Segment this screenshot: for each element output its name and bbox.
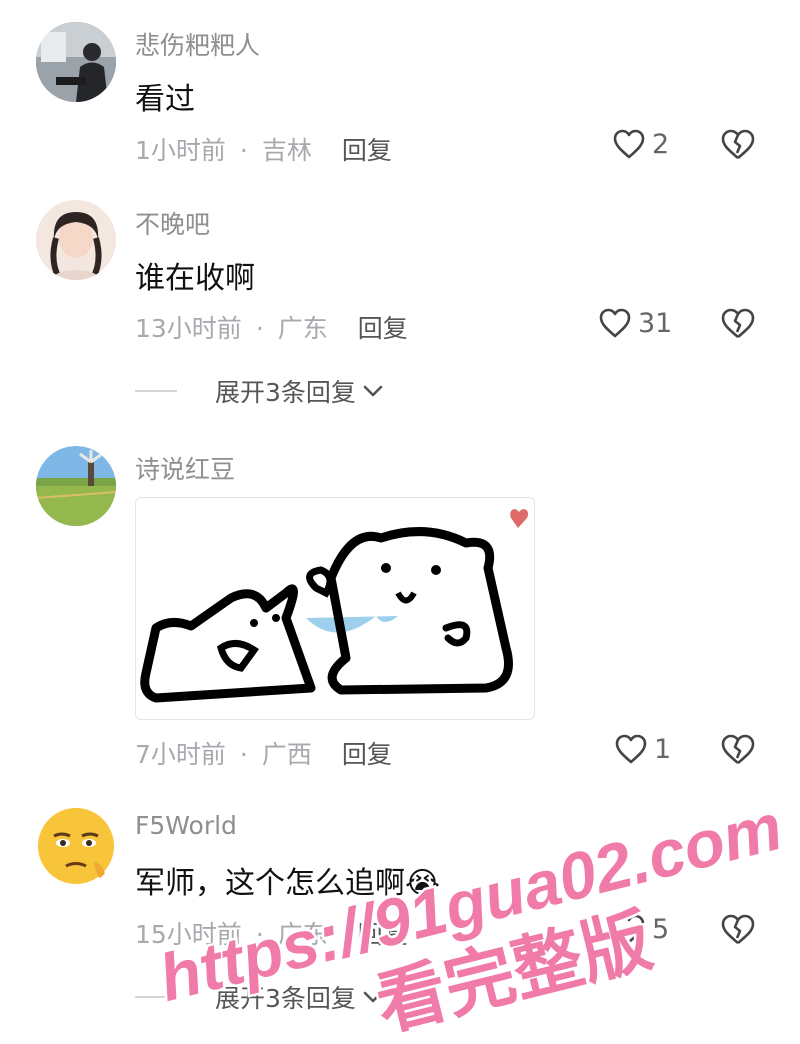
avatar[interactable] (36, 446, 116, 526)
comment-text: 谁在收啊 (135, 261, 255, 296)
expand-replies-label: 展开3条回复 (215, 984, 356, 1013)
broken-heart-icon (721, 734, 755, 764)
expand-replies-label: 展开3条回复 (215, 378, 356, 407)
like-button[interactable]: 31 (598, 307, 672, 339)
dislike-button[interactable] (720, 307, 756, 345)
comment-text: 看过 (135, 82, 195, 117)
reply-button[interactable]: 回复 (358, 314, 408, 343)
location: 吉林 (261, 136, 312, 165)
chevron-down-icon (363, 991, 383, 1003)
location: 广东 (277, 920, 328, 949)
like-count: 5 (652, 913, 670, 945)
like-count: 2 (652, 128, 670, 160)
timestamp: 7小时前 (135, 740, 226, 769)
avatar[interactable] (36, 806, 116, 886)
reply-button[interactable]: 回复 (342, 136, 392, 165)
comment-meta: 7小时前 · 广西 回复 (135, 735, 392, 771)
like-button[interactable]: 2 (612, 128, 669, 160)
separator: · (255, 920, 264, 949)
comment-meta: 1小时前 · 吉林 回复 (135, 131, 392, 167)
avatar[interactable] (36, 22, 116, 102)
username[interactable]: 悲伤粑粑人 (135, 26, 260, 62)
heart-icon (613, 129, 645, 159)
reply-button[interactable]: 回复 (358, 920, 408, 949)
broken-heart-icon (721, 129, 755, 159)
heart-icon (613, 914, 645, 944)
separator: · (239, 740, 248, 769)
heart-icon (615, 734, 647, 764)
reply-button[interactable]: 回复 (342, 740, 392, 769)
chevron-down-icon (363, 385, 383, 397)
timestamp: 13小时前 (135, 314, 242, 343)
comment-text: 军师，这个怎么追啊😭 (135, 866, 441, 901)
heart-icon (599, 308, 631, 338)
username[interactable]: 不晚吧 (135, 205, 210, 241)
dislike-button[interactable] (720, 913, 756, 951)
location: 广西 (261, 740, 312, 769)
comment-meta: 15小时前 · 广东 回复 (135, 915, 408, 951)
comment-meta: 13小时前 · 广东 回复 (135, 309, 408, 345)
username[interactable]: F5World (135, 811, 237, 840)
expand-replies-button[interactable]: 展开3条回复 (135, 373, 384, 409)
divider (135, 996, 177, 998)
expand-replies-button[interactable]: 展开3条回复 (135, 979, 384, 1015)
username[interactable]: 诗说红豆 (135, 450, 235, 486)
separator: · (239, 136, 248, 165)
timestamp: 1小时前 (135, 136, 226, 165)
like-count: 31 (638, 307, 673, 339)
avatar[interactable] (36, 200, 116, 280)
sticker-image[interactable] (135, 497, 535, 720)
dislike-button[interactable] (720, 128, 756, 166)
divider (135, 390, 177, 392)
dislike-button[interactable] (720, 733, 756, 771)
like-button[interactable]: 5 (612, 913, 669, 945)
timestamp: 15小时前 (135, 920, 242, 949)
like-button[interactable]: 1 (614, 733, 671, 765)
separator: · (255, 314, 264, 343)
like-count: 1 (654, 733, 672, 765)
location: 广东 (277, 314, 328, 343)
broken-heart-icon (721, 914, 755, 944)
broken-heart-icon (721, 308, 755, 338)
